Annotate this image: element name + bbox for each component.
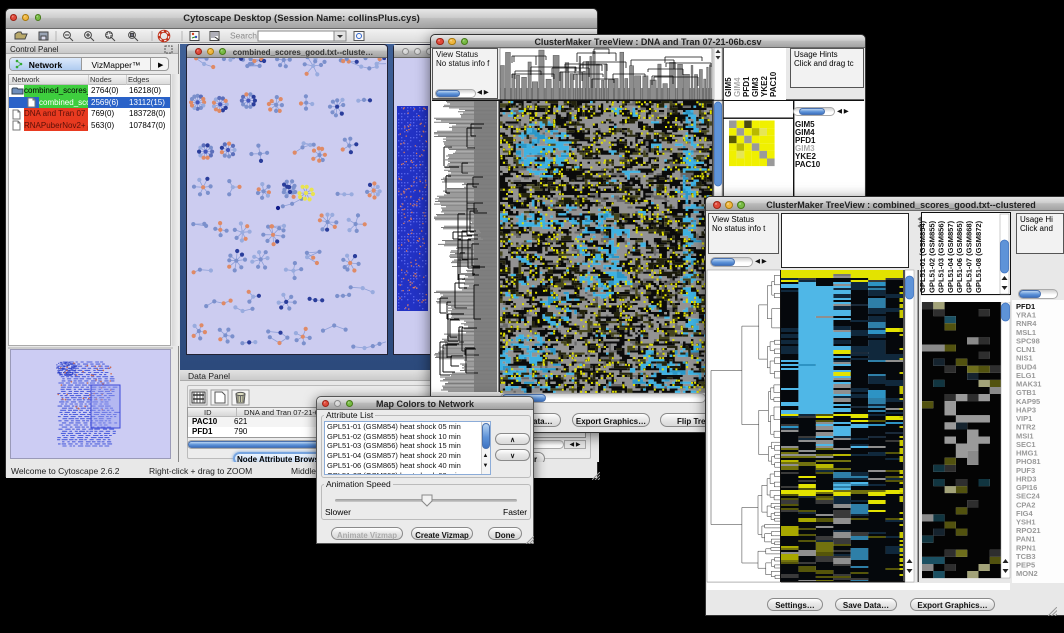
svg-text:GPL51-04 (GSM857): GPL51-04 (GSM857): [946, 220, 955, 293]
svg-text:HMG1: HMG1: [1016, 449, 1038, 458]
svg-text:GPL51-06 (GSM865): GPL51-06 (GSM865): [955, 220, 964, 293]
svg-text:MON2: MON2: [1016, 569, 1038, 578]
svg-text:RNR4: RNR4: [1016, 319, 1037, 328]
svg-text:BUD4: BUD4: [1016, 362, 1037, 371]
svg-text:PAN1: PAN1: [1016, 535, 1035, 544]
svg-text:GPL51-03 (GSM856): GPL51-03 (GSM856): [937, 220, 946, 293]
svg-text:HAP3: HAP3: [1016, 405, 1036, 414]
svg-text:SEC24: SEC24: [1016, 492, 1041, 501]
svg-text:GPL51-07 (GSM868): GPL51-07 (GSM868): [965, 220, 974, 293]
svg-text:GPL51-08 (GSM872): GPL51-08 (GSM872): [974, 220, 983, 293]
svg-text:GPL51-01 (GSM854): GPL51-01 (GSM854): [918, 220, 927, 293]
svg-text:GPL51-02 (GSM855): GPL51-02 (GSM855): [927, 220, 936, 293]
